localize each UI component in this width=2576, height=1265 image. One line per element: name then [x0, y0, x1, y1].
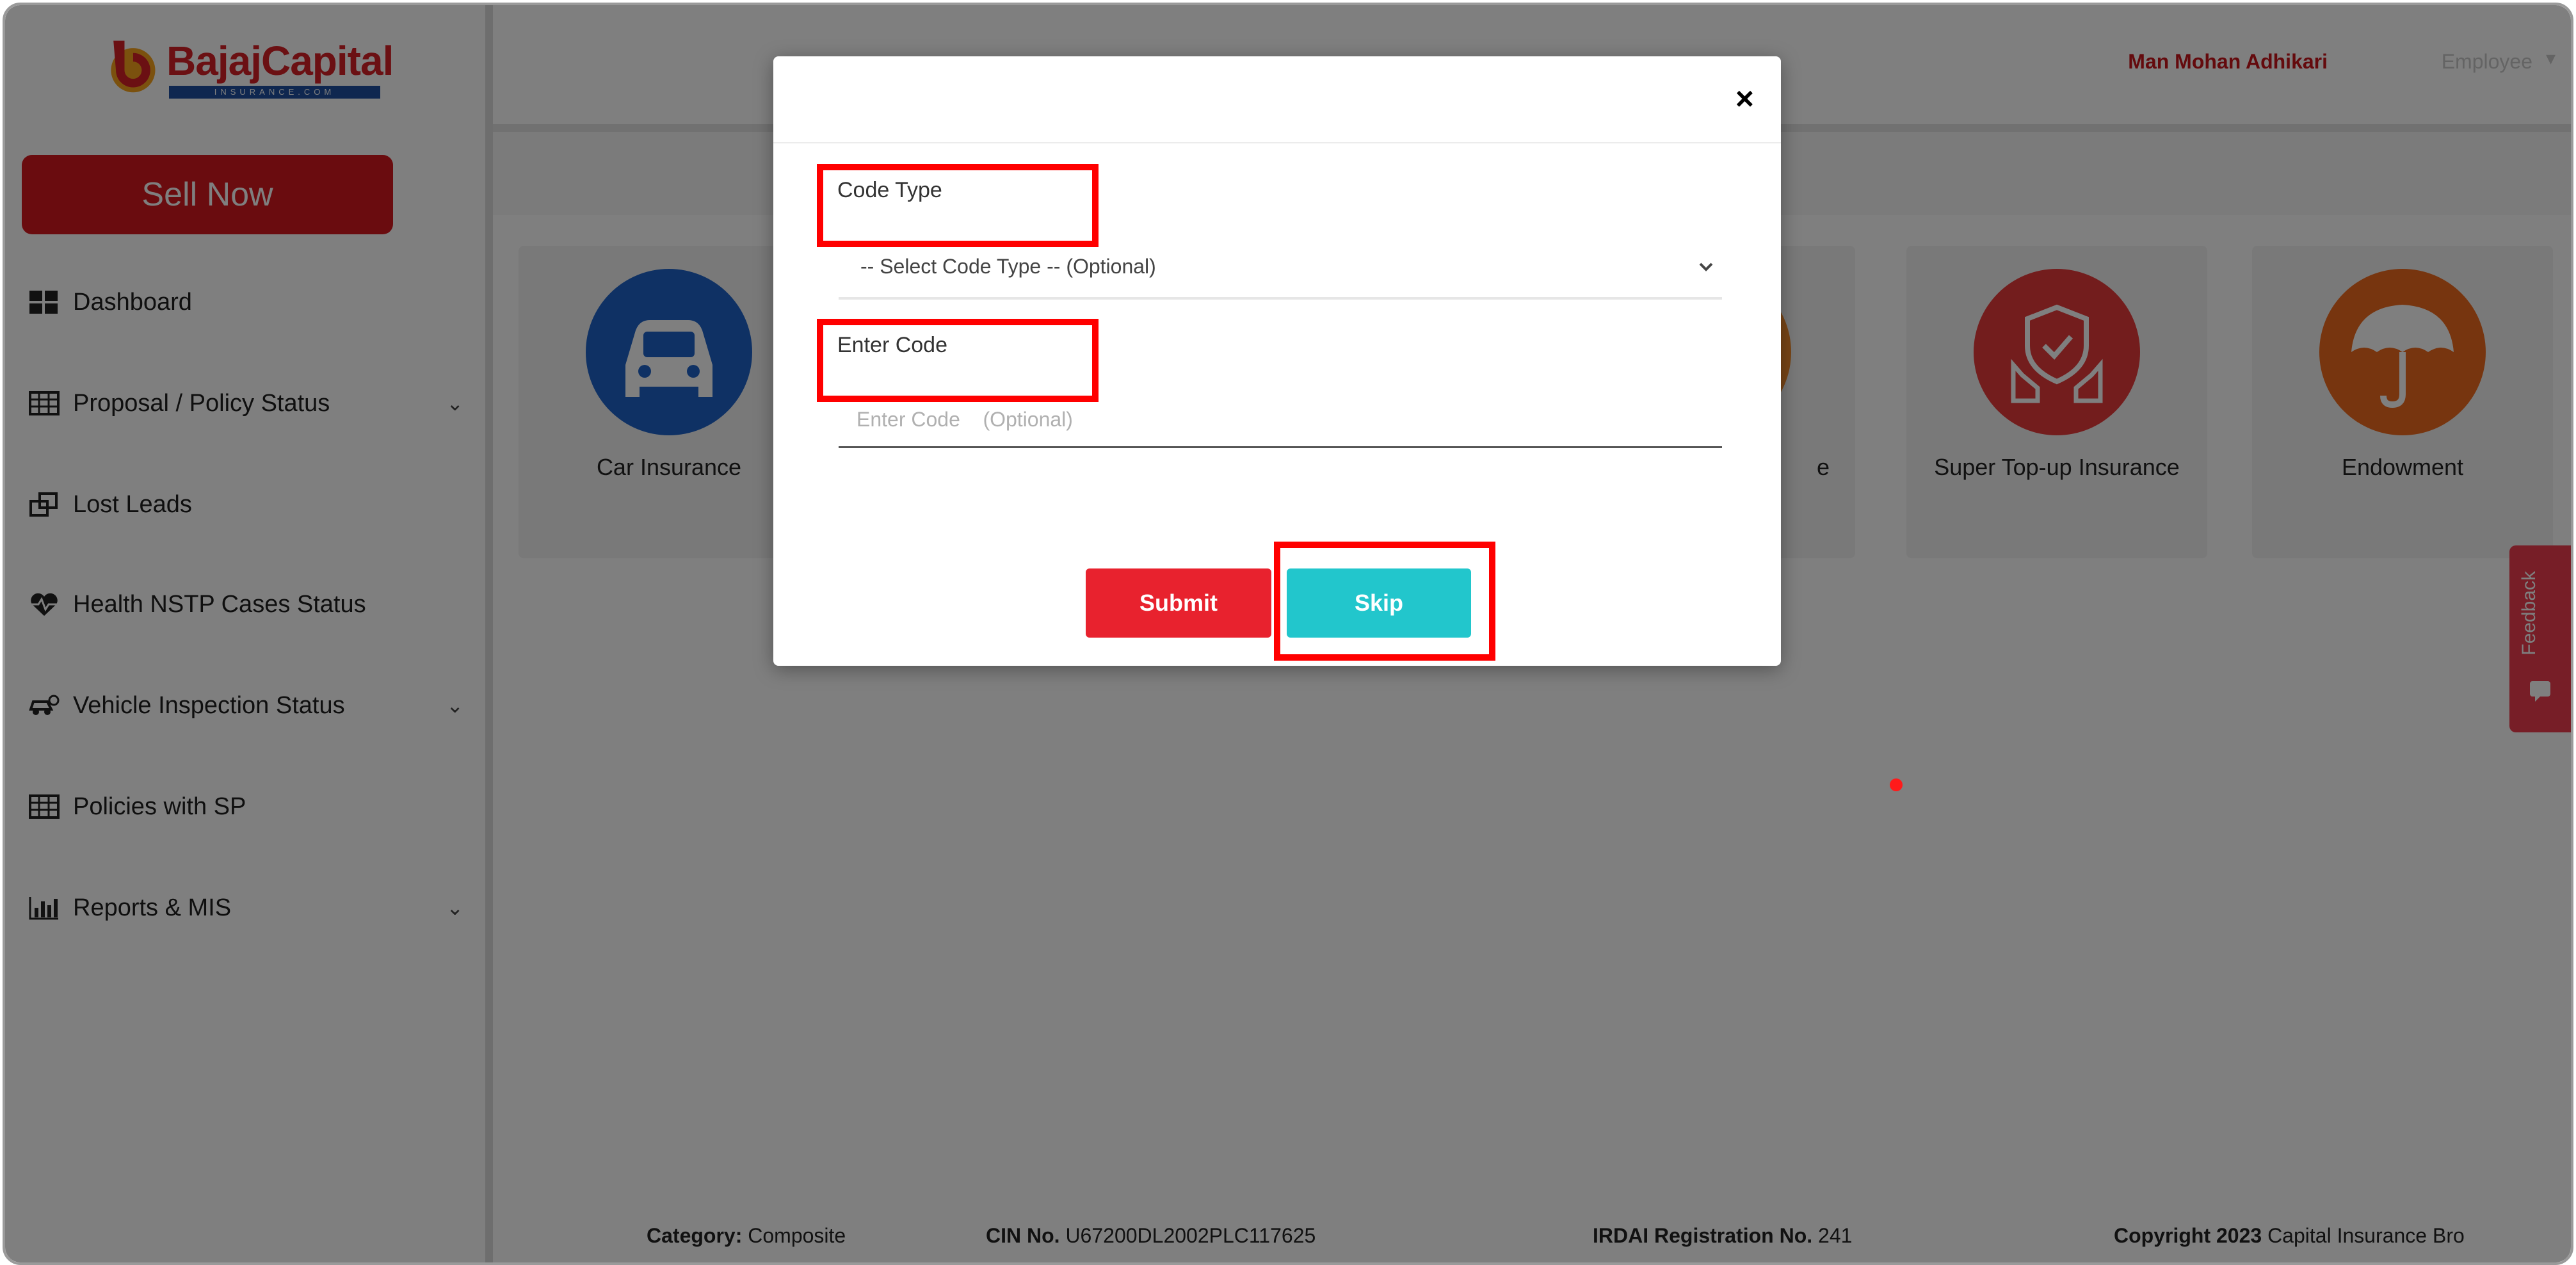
highlight-box-skip: [1274, 542, 1495, 661]
highlight-box-enter-code: [817, 319, 1099, 402]
submit-button[interactable]: Submit: [1086, 568, 1271, 638]
app-frame: BajajCapital INSURANCE.COM Sell Now Dash…: [3, 3, 2573, 1265]
code-type-placeholder: -- Select Code Type -- (Optional): [860, 255, 1156, 278]
code-modal: × Code Type -- Select Code Type -- (Opti…: [773, 56, 1781, 666]
modal-header: ×: [773, 56, 1781, 143]
code-type-select[interactable]: -- Select Code Type -- (Optional): [839, 239, 1722, 300]
cursor-dot: [1890, 778, 1903, 791]
chevron-down-icon: [1699, 262, 1713, 271]
highlight-box-code-type: [817, 164, 1099, 247]
close-icon[interactable]: ×: [1735, 79, 1754, 118]
